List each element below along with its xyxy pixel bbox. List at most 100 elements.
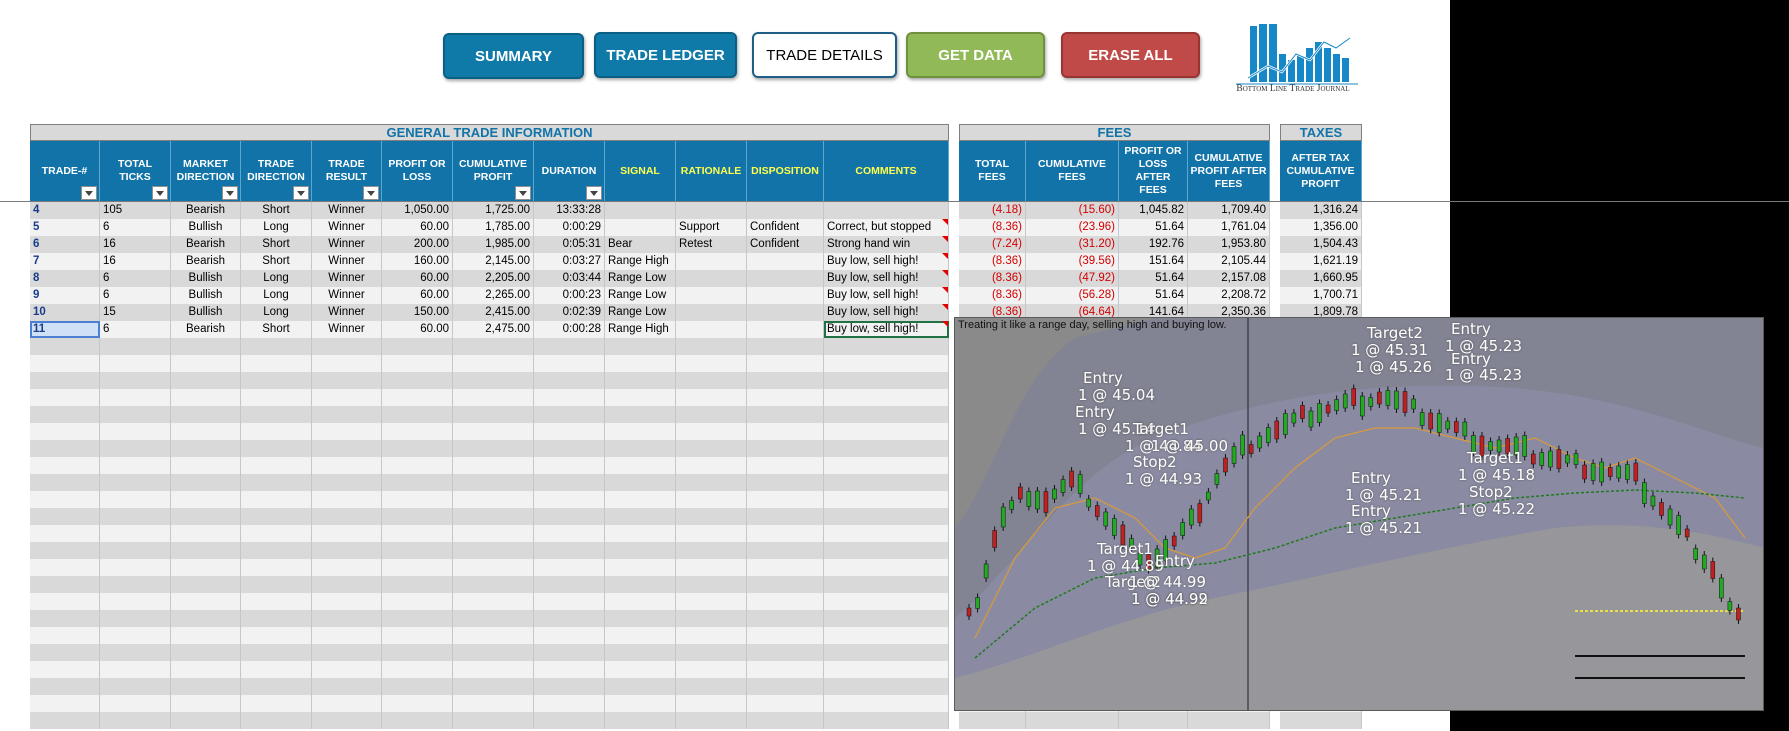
cell-ticks[interactable]: 6 (100, 270, 171, 287)
cell-rationale[interactable] (676, 661, 747, 678)
cell-disposition[interactable] (747, 338, 824, 355)
cell-comments[interactable] (824, 338, 949, 355)
cell-tax[interactable] (1280, 712, 1362, 729)
cell-comments[interactable]: Buy low, sell high! (824, 287, 949, 304)
cell-cum_after[interactable]: 1,761.04 (1188, 219, 1270, 236)
cell-result[interactable] (312, 644, 382, 661)
cell-cum_after[interactable] (1188, 712, 1270, 729)
cell-signal[interactable] (605, 576, 676, 593)
cell-rationale[interactable] (676, 440, 747, 457)
cell-pl[interactable] (382, 644, 453, 661)
cell-rationale[interactable] (676, 678, 747, 695)
cell-duration[interactable] (534, 576, 605, 593)
cell-comments[interactable] (824, 440, 949, 457)
cell-pl[interactable] (382, 491, 453, 508)
cell-duration[interactable]: 0:00:28 (534, 321, 605, 338)
filter-dropdown-icon[interactable] (222, 186, 238, 200)
filter-dropdown-icon[interactable] (586, 186, 602, 200)
cell-pl[interactable] (382, 525, 453, 542)
cell-direction[interactable]: Long (241, 287, 312, 304)
trade-details-button[interactable]: TRADE DETAILS (752, 32, 897, 78)
cell-result[interactable] (312, 542, 382, 559)
cell-disposition[interactable]: Confident (747, 219, 824, 236)
cell-ticks[interactable]: 6 (100, 321, 171, 338)
cell-rationale[interactable] (676, 644, 747, 661)
cell-trade[interactable] (30, 610, 100, 627)
cell-disposition[interactable] (747, 406, 824, 423)
cell-market[interactable]: Bearish (171, 236, 241, 253)
cell-comments[interactable]: Buy low, sell high! (824, 253, 949, 270)
cell-direction[interactable] (241, 661, 312, 678)
cell-cum_after[interactable]: 2,105.44 (1188, 253, 1270, 270)
cell-cum[interactable] (453, 338, 534, 355)
cell-direction[interactable] (241, 474, 312, 491)
cell-tax[interactable]: 1,356.00 (1280, 219, 1362, 236)
cell-market[interactable]: Bearish (171, 253, 241, 270)
cell-trade[interactable] (30, 372, 100, 389)
cell-comments[interactable] (824, 406, 949, 423)
cell-comments[interactable] (824, 491, 949, 508)
cell-ticks[interactable] (100, 457, 171, 474)
cell-duration[interactable] (534, 661, 605, 678)
cell-direction[interactable] (241, 338, 312, 355)
cell-cum[interactable]: 1,725.00 (453, 202, 534, 219)
cell-signal[interactable] (605, 491, 676, 508)
cell-result[interactable] (312, 593, 382, 610)
cell-result[interactable]: Winner (312, 253, 382, 270)
cell-signal[interactable] (605, 423, 676, 440)
cell-trade[interactable] (30, 355, 100, 372)
cell-direction[interactable]: Long (241, 219, 312, 236)
cell-tax[interactable]: 1,504.43 (1280, 236, 1362, 253)
cell-duration[interactable] (534, 644, 605, 661)
cell-comments[interactable]: Buy low, sell high! (824, 304, 949, 321)
cell-result[interactable]: Winner (312, 321, 382, 338)
cell-duration[interactable]: 0:02:39 (534, 304, 605, 321)
cell-fees[interactable] (959, 712, 1026, 729)
cell-duration[interactable] (534, 338, 605, 355)
cell-comments[interactable] (824, 457, 949, 474)
cell-disposition[interactable]: Confident (747, 236, 824, 253)
cell-pl[interactable] (382, 457, 453, 474)
cell-result[interactable] (312, 389, 382, 406)
cell-ticks[interactable] (100, 406, 171, 423)
cell-market[interactable] (171, 542, 241, 559)
cell-rationale[interactable] (676, 406, 747, 423)
cell-disposition[interactable] (747, 474, 824, 491)
cell-trade[interactable] (30, 338, 100, 355)
cell-ticks[interactable] (100, 508, 171, 525)
cell-cum[interactable] (453, 678, 534, 695)
cell-direction[interactable]: Short (241, 321, 312, 338)
cell-result[interactable] (312, 440, 382, 457)
cell-comments[interactable] (824, 695, 949, 712)
cell-comments[interactable]: Buy low, sell high! (824, 270, 949, 287)
cell-disposition[interactable] (747, 321, 824, 338)
cell-tax[interactable]: 1,621.19 (1280, 253, 1362, 270)
cell-disposition[interactable] (747, 644, 824, 661)
cell-signal[interactable] (605, 338, 676, 355)
cell-market[interactable]: Bullish (171, 270, 241, 287)
cell-duration[interactable] (534, 559, 605, 576)
cell-market[interactable]: Bullish (171, 219, 241, 236)
cell-market[interactable] (171, 593, 241, 610)
cell-trade[interactable] (30, 474, 100, 491)
cell-ticks[interactable] (100, 338, 171, 355)
cell-signal[interactable] (605, 695, 676, 712)
cell-pl[interactable]: 60.00 (382, 321, 453, 338)
cell-market[interactable] (171, 389, 241, 406)
cell-trade[interactable]: 7 (30, 253, 100, 270)
cell-cum[interactable] (453, 525, 534, 542)
cell-signal[interactable]: Range Low (605, 270, 676, 287)
cell-duration[interactable] (534, 525, 605, 542)
filter-dropdown-icon[interactable] (515, 186, 531, 200)
cell-rationale[interactable] (676, 253, 747, 270)
cell-trade[interactable] (30, 542, 100, 559)
cell-cum[interactable] (453, 593, 534, 610)
cell-ticks[interactable] (100, 678, 171, 695)
cell-market[interactable] (171, 644, 241, 661)
cell-trade[interactable] (30, 712, 100, 729)
cell-trade[interactable] (30, 389, 100, 406)
cell-tax[interactable]: 1,316.24 (1280, 202, 1362, 219)
cell-pl[interactable] (382, 712, 453, 729)
cell-signal[interactable] (605, 389, 676, 406)
cell-pl[interactable] (382, 355, 453, 372)
